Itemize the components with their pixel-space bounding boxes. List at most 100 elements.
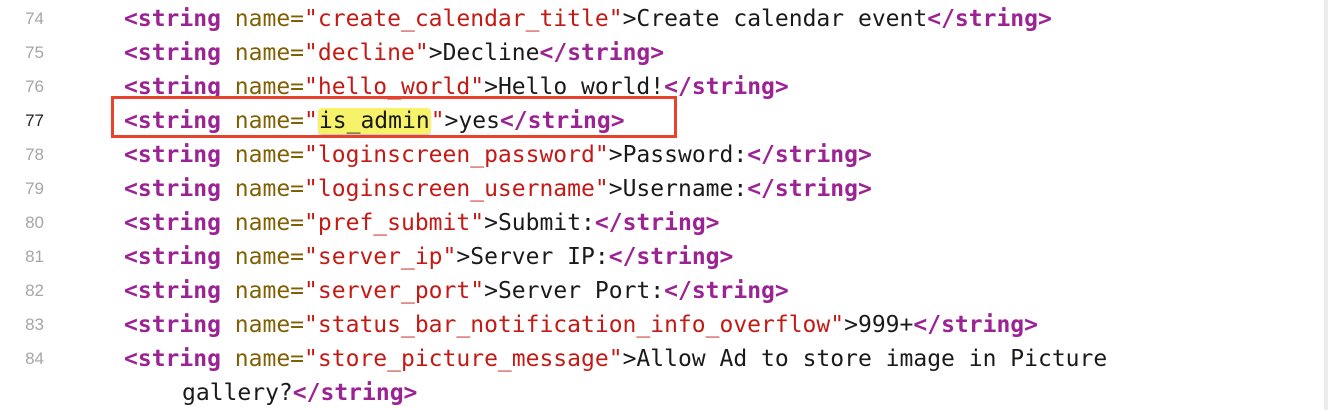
code-editor[interactable]: 74 <string name="create_calendar_title">C… [0,0,1328,410]
close-bracket: > [428,40,443,66]
close-bracket: > [622,346,637,372]
close-bracket: > [484,210,498,236]
code-line-wrapped[interactable]: gallery?</string> [0,376,1320,410]
line-number: 81 [25,247,44,266]
code-text: <string name="server_ip">Server IP:</str… [124,240,733,274]
string-content: Server IP: [470,244,609,270]
code-line[interactable]: 80 <string name="pref_submit">Submit:</st… [0,206,1320,240]
line-number: 76 [25,77,44,96]
open-tag: <string [124,312,221,338]
quote: " [470,278,485,304]
line-number: 80 [25,213,44,232]
code-line[interactable]: 79 <string name="loginscreen_username">Us… [0,172,1320,206]
code-line[interactable]: 83 <string name= "status_bar_notification_… [0,308,1320,342]
end-tag: </string> [292,380,418,406]
code-line[interactable]: 81 <string name="server_ip">Server IP:</s… [0,240,1320,274]
string-content: Create calendar event [636,6,928,32]
line-number: 77 [25,111,44,130]
code-line[interactable]: 75 <string name="decline">Decline</string… [0,36,1320,70]
quote: " [304,6,318,32]
code-text: <string name="decline">Decline</string> [124,36,664,70]
line-number: 79 [25,179,44,198]
quote: " [304,176,318,202]
end-tag: </string> [664,74,789,100]
quote: " [304,210,318,236]
end-tag: </string> [747,176,872,202]
close-bracket: > [484,278,498,304]
end-tag: </string> [594,210,720,236]
attribute-name: name= [234,176,305,202]
quote: " [442,244,457,270]
attribute-name: name= [234,210,305,236]
code-line[interactable]: 84 <string name="store_picture_message">A… [0,342,1320,376]
code-text: <string name= "status_bar_notification_in… [124,308,1038,342]
open-tag: <string [124,346,221,372]
close-bracket: > [622,6,637,32]
open-tag: <string [124,244,221,270]
attribute-name: name= [234,312,305,338]
string-content: Decline [442,40,540,66]
open-tag: <string [124,142,221,168]
string-content: Password: [622,142,748,168]
quote: " [830,312,845,338]
attribute-name: name= [234,278,305,304]
end-tag: </string> [608,244,734,270]
name-value: server_port [317,278,471,304]
line-number: 84 [25,349,44,368]
code-text: <string name="server_port">Server Port:<… [124,274,789,308]
line-number: 83 [25,315,44,334]
line-number: 82 [25,281,44,300]
string-content-continued: gallery? [182,380,293,406]
code-text: <string name="loginscreen_password">Pass… [124,138,872,172]
name-value: loginscreen_username [317,176,595,202]
close-bracket: > [844,312,858,338]
quote: " [304,244,318,270]
name-value: status_bar_notification_info_overflow [317,312,831,338]
scrollbar-track[interactable] [1324,0,1328,410]
quote: " [594,142,609,168]
code-text: gallery?</string> [182,376,417,410]
code-text: <string name="loginscreen_username">User… [124,172,872,206]
attribute-name: name= [234,40,305,66]
open-tag: <string [124,278,221,304]
open-tag: <string [124,40,221,66]
close-bracket: > [608,142,623,168]
quote: " [594,176,609,202]
code-line[interactable]: 78 <string name="loginscreen_password">Pa… [0,138,1320,172]
code-line[interactable]: 82 <string name="server_port">Server Port… [0,274,1320,308]
quote: " [608,6,623,32]
line-number: 75 [25,43,44,62]
open-tag: <string [124,6,221,32]
quote: " [414,40,429,66]
string-content: 999+ [857,312,914,338]
end-tag: </string> [747,142,872,168]
name-value: create_calendar_title [317,6,609,32]
quote: " [304,278,318,304]
open-tag: <string [124,176,221,202]
attribute-name: name= [234,6,305,32]
name-value: store_picture_message [317,346,609,372]
code-text: <string name="pref_submit">Submit:</stri… [124,206,720,240]
line-number: 78 [25,145,44,164]
string-content: Allow Ad to store image in Picture [636,346,1108,372]
code-text: <string name="create_calendar_title">Cre… [124,2,1052,36]
end-tag: </string> [927,6,1052,32]
open-tag: <string [124,210,221,236]
string-content: Username: [622,176,748,202]
end-tag: </string> [913,312,1038,338]
end-tag: </string> [664,278,789,304]
code-line[interactable]: 74 <string name="create_calendar_title">C… [0,2,1320,36]
name-value: server_ip [317,244,443,270]
line-number: 74 [25,9,44,28]
quote: " [470,210,485,236]
code-text: <string name="store_picture_message">All… [124,342,1107,376]
name-value: pref_submit [317,210,471,236]
string-content: Server Port: [497,278,665,304]
quote: " [304,346,318,372]
name-value: loginscreen_password [317,142,595,168]
end-tag: </string> [539,40,665,66]
close-bracket: > [456,244,471,270]
name-value: decline [317,40,415,66]
attribute-name: name= [234,142,305,168]
quote: " [608,346,623,372]
